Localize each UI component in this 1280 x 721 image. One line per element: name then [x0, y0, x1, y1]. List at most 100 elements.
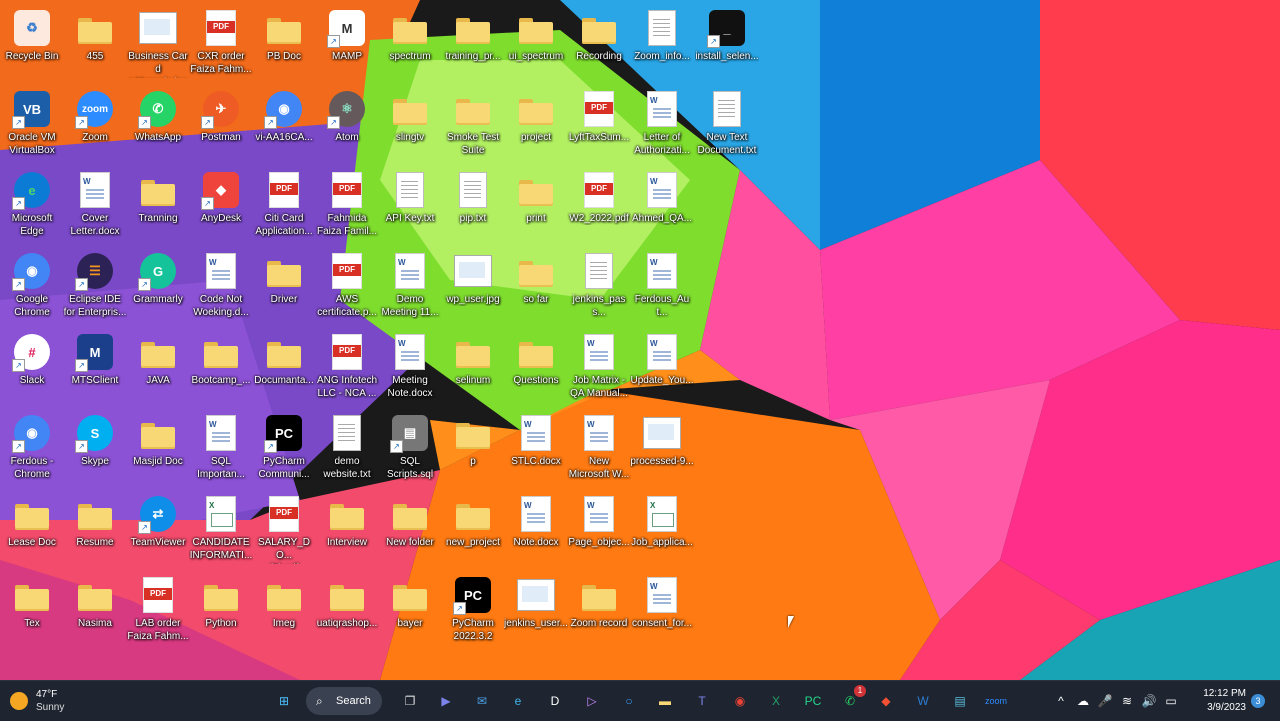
- desktop-icon[interactable]: _ ↗ install_selen...: [695, 4, 759, 84]
- desktop-icon[interactable]: jenkins_user...: [504, 571, 568, 651]
- desktop-icon[interactable]: spectrum: [378, 4, 442, 84]
- desktop-icon[interactable]: W Ahmed_QA...: [630, 166, 694, 246]
- desktop-icon[interactable]: demo website.txt: [315, 409, 379, 489]
- excel-icon[interactable]: X: [762, 687, 790, 715]
- desktop-icon[interactable]: ⚛ ↗ Atom: [315, 85, 379, 165]
- desktop-icon[interactable]: ◉ ↗ Ferdous - Chrome: [0, 409, 64, 489]
- desktop-icon[interactable]: W Ferdous_Aut...: [630, 247, 694, 327]
- desktop-icon[interactable]: p: [441, 409, 505, 489]
- volume-icon[interactable]: 🔊: [1138, 690, 1160, 712]
- zoom-icon[interactable]: zoom: [982, 687, 1010, 715]
- desktop-icon[interactable]: PDF SALARY_DO... (1).pdf: [252, 490, 316, 570]
- notepad-icon[interactable]: ▤: [946, 687, 974, 715]
- desktop-icon[interactable]: bayer: [378, 571, 442, 651]
- desktop-icon[interactable]: W Note.docx: [504, 490, 568, 570]
- desktop-icon[interactable]: Interview: [315, 490, 379, 570]
- desktop-icon[interactable]: Bootcamp_...: [189, 328, 253, 408]
- desktop-icon[interactable]: Zoom_info...: [630, 4, 694, 84]
- desktop-icon[interactable]: uatiqrashop...: [315, 571, 379, 651]
- media-player-icon[interactable]: ▷: [578, 687, 606, 715]
- notification-badge[interactable]: 3: [1251, 694, 1265, 708]
- desktop-icon[interactable]: jenkins_pass...: [567, 247, 631, 327]
- desktop-icon[interactable]: Business Card z Hossain.jpg: [126, 4, 190, 84]
- desktop-icon[interactable]: ui_spectrum: [504, 4, 568, 84]
- desktop-icon[interactable]: VB ↗ Oracle VM VirtualBox: [0, 85, 64, 165]
- desktop-icon[interactable]: W Job Matrix - QA Manual...: [567, 328, 631, 408]
- desktop-icon[interactable]: W Meeting Note.docx: [378, 328, 442, 408]
- whatsapp-icon[interactable]: ✆ 1: [836, 685, 866, 715]
- desktop-icon[interactable]: ☰ ↗ Eclipse IDE for Enterpris...: [63, 247, 127, 327]
- desktop-icon[interactable]: W Update_You...: [630, 328, 694, 408]
- desktop-icon[interactable]: Tex: [0, 571, 64, 651]
- desktop-icon[interactable]: Tranning: [126, 166, 190, 246]
- desktop-icon[interactable]: W Cover Letter.docx: [63, 166, 127, 246]
- desktop-icon[interactable]: ✆ ↗ WhatsApp: [126, 85, 190, 165]
- search-button[interactable]: ⌕ Search: [306, 687, 382, 715]
- edge-icon[interactable]: e: [504, 687, 532, 715]
- desktop-icon[interactable]: new_project: [441, 490, 505, 570]
- chevron-up-icon[interactable]: ^: [1050, 690, 1072, 712]
- desktop-icon[interactable]: W STLC.docx: [504, 409, 568, 489]
- word-icon[interactable]: W: [909, 687, 937, 715]
- desktop-icon[interactable]: W Page_objec...: [567, 490, 631, 570]
- desktop-icon[interactable]: X CANDIDATE INFORMATI...: [189, 490, 253, 570]
- desktop-icon[interactable]: ▤ ↗ SQL Scripts.sql: [378, 409, 442, 489]
- pycharm-icon[interactable]: PC: [799, 687, 827, 715]
- microphone-icon[interactable]: 🎤: [1094, 690, 1116, 712]
- teams-meet-icon[interactable]: ▶: [432, 687, 460, 715]
- desktop-icon[interactable]: Questions: [504, 328, 568, 408]
- desktop-icon[interactable]: ◆ ↗ AnyDesk: [189, 166, 253, 246]
- desktop-icon[interactable]: PDF Fahmida Faiza Famil...: [315, 166, 379, 246]
- desktop-icon[interactable]: ⇄ ↗ TeamViewer: [126, 490, 190, 570]
- desktop-icon[interactable]: W Code Not Woeking.d...: [189, 247, 253, 327]
- desktop-icon[interactable]: pip.txt: [441, 166, 505, 246]
- desktop-icon[interactable]: JAVA: [126, 328, 190, 408]
- desktop-icon[interactable]: wp_user.jpg: [441, 247, 505, 327]
- desktop-icon[interactable]: ◉ ↗ Google Chrome: [0, 247, 64, 327]
- desktop-icon[interactable]: PC ↗ PyCharm 2022.3.2: [441, 571, 505, 651]
- chrome-icon[interactable]: ◉: [726, 687, 754, 715]
- desktop-icon[interactable]: processed-9...: [630, 409, 694, 489]
- desktop-icon[interactable]: PDF W2_2022.pdf: [567, 166, 631, 246]
- battery-icon[interactable]: ▭: [1160, 690, 1182, 712]
- weather-widget[interactable]: 47°F Sunny: [10, 685, 64, 717]
- desktop-icon[interactable]: so far: [504, 247, 568, 327]
- desktop-icon[interactable]: Driver: [252, 247, 316, 327]
- desktop-icon[interactable]: Zoom record: [567, 571, 631, 651]
- security-icon[interactable]: ☁: [1072, 690, 1094, 712]
- desktop-icon[interactable]: New Text Document.txt: [695, 85, 759, 165]
- desktop-icon[interactable]: ◉ ↗ vi-AA16CA...: [252, 85, 316, 165]
- desktop-icon[interactable]: S ↗ Skype: [63, 409, 127, 489]
- desktop-icon[interactable]: Imeg: [252, 571, 316, 651]
- desktop-icon[interactable]: API Key.txt: [378, 166, 442, 246]
- desktop-icon[interactable]: PDF LAB order Faiza Fahm...: [126, 571, 190, 651]
- desktop-icon[interactable]: Nasima: [63, 571, 127, 651]
- desktop-icon[interactable]: Python: [189, 571, 253, 651]
- desktop-icon[interactable]: ♻ Recycle Bin: [0, 4, 64, 84]
- cortana-icon[interactable]: ○: [615, 687, 643, 715]
- desktop-icon[interactable]: PDF AWS certificate.p...: [315, 247, 379, 327]
- desktop-icon[interactable]: M ↗ MTSClient: [63, 328, 127, 408]
- desktop-icon[interactable]: W Demo Meeting 11...: [378, 247, 442, 327]
- desktop-icon[interactable]: selinum: [441, 328, 505, 408]
- desktop-icon[interactable]: Wconsent_for...: [630, 571, 694, 651]
- start-button[interactable]: ⊞: [270, 687, 298, 715]
- mail-icon[interactable]: ✉: [468, 687, 496, 715]
- task-view-icon[interactable]: ❐: [396, 687, 424, 715]
- desktop-icon[interactable]: New folder: [378, 490, 442, 570]
- desktop-icon[interactable]: e ↗ Microsoft Edge: [0, 166, 64, 246]
- desktop-icon[interactable]: X Job_applica...: [630, 490, 694, 570]
- desktop-icon[interactable]: PDF LyftTaxSum...: [567, 85, 631, 165]
- desktop-icon[interactable]: W Letter of Authorizati...: [630, 85, 694, 165]
- desktop-icon[interactable]: W SQL Importan...: [189, 409, 253, 489]
- desktop-icon[interactable]: Masjid Doc: [126, 409, 190, 489]
- desktop-icon[interactable]: Documanta...: [252, 328, 316, 408]
- desktop-icon[interactable]: PDF ANG Infotech LLC - NCA ...: [315, 328, 379, 408]
- file-explorer-icon[interactable]: ▬: [651, 687, 679, 715]
- desktop-icon[interactable]: Lease Doc: [0, 490, 64, 570]
- desktop-icon[interactable]: slingtv: [378, 85, 442, 165]
- desktop-icon[interactable]: 455: [63, 4, 127, 84]
- desktop-icon[interactable]: Resume: [63, 490, 127, 570]
- clock[interactable]: 12:12 PM 3/9/2023: [1194, 687, 1246, 715]
- desktop-icon[interactable]: project: [504, 85, 568, 165]
